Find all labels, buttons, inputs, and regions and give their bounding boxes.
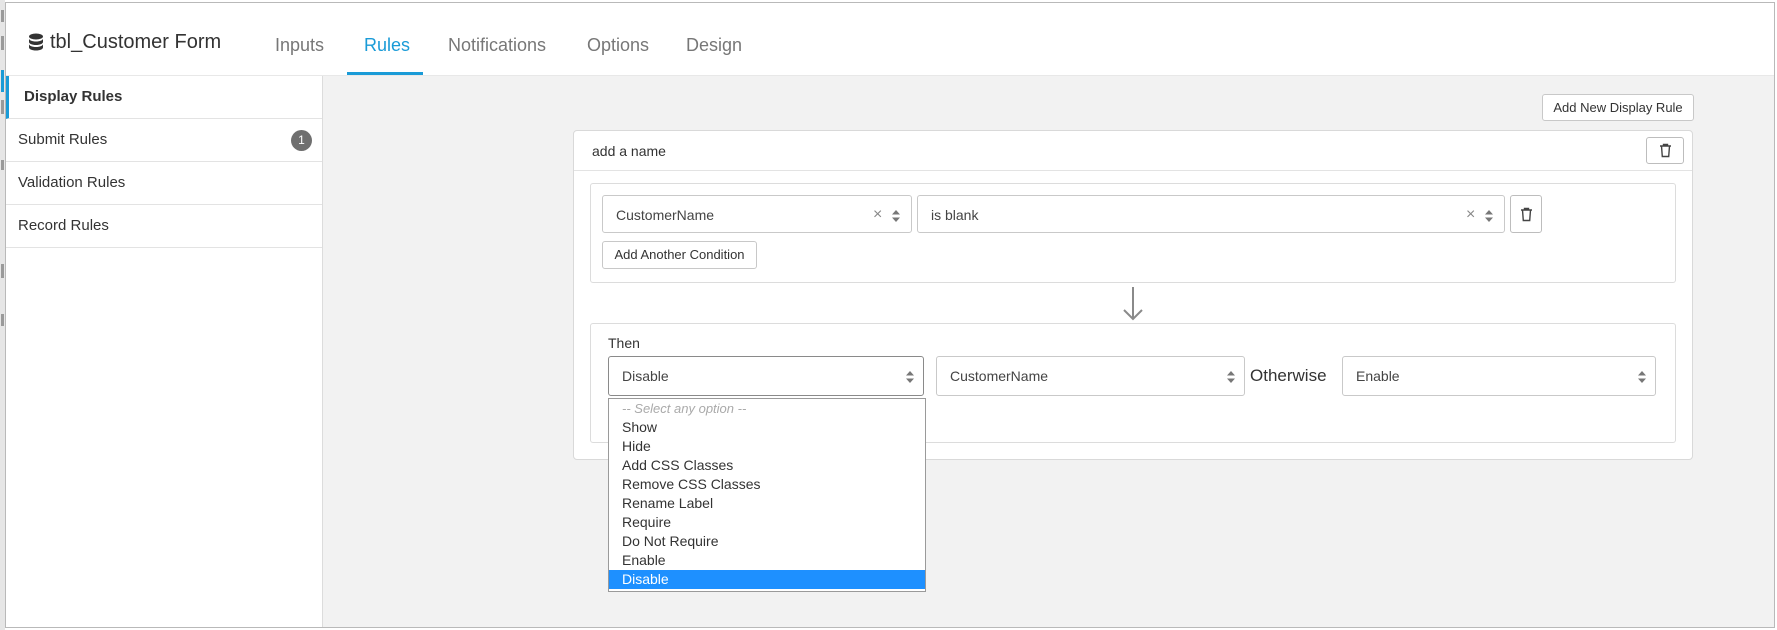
- option-add-css-classes[interactable]: Add CSS Classes: [609, 456, 925, 475]
- tab-notifications[interactable]: Notifications: [448, 35, 546, 56]
- select-arrows-icon: [1485, 210, 1493, 222]
- select-arrows-icon: [892, 210, 900, 222]
- delete-condition-button[interactable]: [1510, 195, 1542, 233]
- edge-mark: [1, 264, 4, 278]
- condition-operator-select[interactable]: is blank ×: [917, 195, 1505, 233]
- select-arrows-icon: [1638, 371, 1646, 383]
- tab-design[interactable]: Design: [686, 35, 742, 56]
- tab-options[interactable]: Options: [587, 35, 649, 56]
- condition-group: CustomerName × is blank × Add Another Co…: [590, 183, 1676, 283]
- rule-name-field[interactable]: add a name: [574, 131, 1692, 171]
- condition-field-select[interactable]: CustomerName ×: [602, 195, 912, 233]
- active-tab-underline: [347, 72, 423, 75]
- header-bar: tbl_Customer Form Inputs Rules Notificat…: [6, 3, 1774, 76]
- rules-editor-panel: Add New Display Rule add a name Customer…: [323, 76, 1774, 627]
- sidebar-item-label: Validation Rules: [18, 174, 126, 191]
- edge-mark: [1, 314, 4, 326]
- page-title: tbl_Customer Form: [28, 31, 221, 54]
- add-another-condition-button[interactable]: Add Another Condition: [602, 241, 757, 269]
- database-icon: [29, 33, 43, 50]
- option-remove-css-classes[interactable]: Remove CSS Classes: [609, 475, 925, 494]
- sidebar-item-record-rules[interactable]: Record Rules: [6, 205, 322, 248]
- target-field-value: CustomerName: [950, 368, 1049, 384]
- condition-field-value: CustomerName: [616, 207, 715, 223]
- form-title-text: tbl_Customer Form: [50, 31, 222, 53]
- select-arrows-icon: [1227, 371, 1235, 383]
- tab-inputs[interactable]: Inputs: [275, 35, 324, 56]
- arrow-down-icon: [1123, 287, 1143, 321]
- edge-mark: [1, 10, 4, 22]
- target-field-select[interactable]: CustomerName: [936, 356, 1245, 396]
- clear-icon[interactable]: ×: [873, 196, 882, 234]
- action-options-dropdown: -- Select any option -- Show Hide Add CS…: [608, 398, 926, 592]
- form-builder-window: tbl_Customer Form Inputs Rules Notificat…: [5, 2, 1775, 628]
- tab-rules[interactable]: Rules: [364, 35, 410, 56]
- action-select[interactable]: Disable: [608, 356, 924, 396]
- edge-mark: [1, 160, 4, 170]
- sidebar-item-submit-rules[interactable]: Submit Rules 1: [6, 119, 322, 162]
- trash-icon: [1520, 207, 1532, 221]
- clear-icon[interactable]: ×: [1466, 196, 1475, 234]
- sidebar-item-label: Record Rules: [18, 217, 109, 234]
- select-arrows-icon: [906, 371, 914, 383]
- sidebar-item-display-rules[interactable]: Display Rules: [6, 76, 322, 119]
- rules-sidebar: Display Rules Submit Rules 1 Validation …: [6, 76, 323, 627]
- dropdown-placeholder-option[interactable]: -- Select any option --: [609, 399, 925, 418]
- edge-mark: [1, 70, 4, 92]
- trash-icon: [1659, 143, 1671, 158]
- edge-mark: [1, 36, 4, 50]
- sidebar-item-label: Submit Rules: [18, 131, 108, 148]
- otherwise-label: Otherwise: [1250, 366, 1327, 385]
- otherwise-action-select[interactable]: Enable: [1342, 356, 1656, 396]
- then-label: Then: [608, 335, 640, 351]
- edge-mark: [1, 100, 4, 114]
- action-value: Disable: [622, 368, 669, 384]
- option-show[interactable]: Show: [609, 418, 925, 437]
- option-rename-label[interactable]: Rename Label: [609, 494, 925, 513]
- sidebar-item-validation-rules[interactable]: Validation Rules: [6, 162, 322, 205]
- condition-operator-value: is blank: [931, 207, 979, 223]
- delete-rule-button[interactable]: [1646, 137, 1684, 164]
- otherwise-action-value: Enable: [1356, 368, 1400, 384]
- option-hide[interactable]: Hide: [609, 437, 925, 456]
- option-require[interactable]: Require: [609, 513, 925, 532]
- add-new-display-rule-button[interactable]: Add New Display Rule: [1542, 94, 1694, 121]
- option-enable[interactable]: Enable: [609, 551, 925, 570]
- sidebar-item-label: Display Rules: [24, 88, 123, 105]
- option-do-not-require[interactable]: Do Not Require: [609, 532, 925, 551]
- option-disable-selected[interactable]: Disable: [609, 570, 925, 589]
- submit-rules-count-badge: 1: [291, 130, 312, 151]
